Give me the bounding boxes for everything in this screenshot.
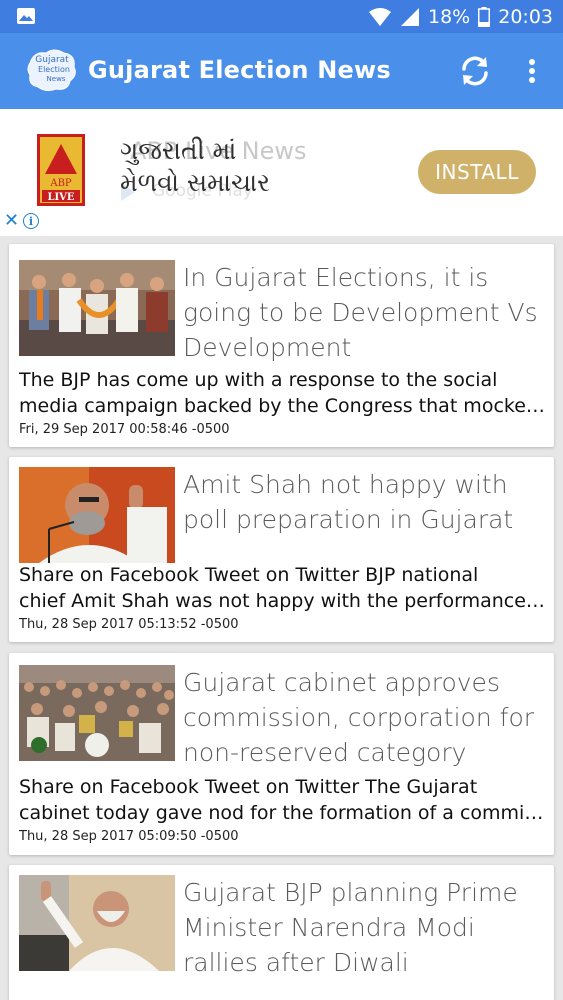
- news-date: Fri, 29 Sep 2017 00:58:46 -0500: [19, 422, 230, 437]
- ad-headline-line2: મેળવો સમાચાર: [120, 168, 270, 197]
- news-date: Thu, 28 Sep 2017 05:09:50 -0500: [19, 829, 239, 844]
- news-title[interactable]: Gujarat BJP planning Prime Minister Nare…: [183, 875, 545, 980]
- news-card[interactable]: Amit Shah not happy with poll preparatio…: [9, 457, 554, 642]
- ad-headline-line1: ગુજરાતી માં: [120, 136, 237, 165]
- news-thumbnail: [19, 665, 175, 761]
- news-title[interactable]: Amit Shah not happy with poll preparatio…: [183, 467, 545, 537]
- abp-logo-bottom: LIVE: [47, 192, 74, 203]
- refresh-button[interactable]: [455, 53, 495, 89]
- news-thumbnail: [19, 260, 175, 356]
- overflow-menu-icon: [529, 59, 535, 83]
- battery-icon: [478, 6, 491, 27]
- news-thumbnail: [19, 467, 175, 563]
- news-card[interactable]: Gujarat BJP planning Prime Minister Nare…: [9, 865, 554, 1000]
- clock: 20:03: [498, 5, 553, 28]
- ad-headline: ગુજરાતી માં મેળવો સમાચાર: [120, 135, 280, 199]
- abp-live-logo: ABP LIVE: [37, 134, 85, 206]
- news-card[interactable]: Gujarat cabinet approves commission, cor…: [9, 653, 554, 855]
- news-description-line1: The BJP has come up with a response to t…: [19, 369, 498, 391]
- battery-percent: 18%: [428, 5, 471, 28]
- install-button[interactable]: INSTALL: [418, 150, 536, 194]
- news-description-line1: Share on Facebook Tweet on Twitter The G…: [19, 776, 478, 798]
- app-bar: Gujarat Election News Gujarat Election N…: [0, 33, 563, 109]
- ad-banner[interactable]: ABP LIVE ABP Live News Google Play ગુજરા…: [0, 109, 563, 236]
- news-description-line2: cabinet today gave nod for the formation…: [19, 802, 547, 824]
- logo-text-top: Gujarat: [35, 55, 69, 65]
- news-description-line2: media campaign backed by the Congress th…: [19, 395, 547, 417]
- abp-logo-top: ABP: [49, 178, 72, 189]
- news-card[interactable]: In Gujarat Elections, it is going to be …: [9, 244, 554, 447]
- news-description: Share on Facebook Tweet on Twitter BJP n…: [19, 562, 547, 614]
- news-title[interactable]: In Gujarat Elections, it is going to be …: [183, 260, 545, 365]
- news-list[interactable]: In Gujarat Elections, it is going to be …: [0, 236, 563, 1000]
- image-icon: [17, 8, 35, 24]
- wifi-icon: [369, 7, 391, 26]
- status-bar: 18% 20:03: [0, 0, 563, 33]
- news-description-line2: chief Amit Shah was not happy with the p…: [19, 590, 547, 612]
- app-title: Gujarat Election News: [88, 56, 391, 84]
- news-date: Thu, 28 Sep 2017 05:13:52 -0500: [19, 617, 239, 632]
- ad-info-icon[interactable]: i: [23, 213, 39, 229]
- news-title[interactable]: Gujarat cabinet approves commission, cor…: [183, 665, 545, 770]
- news-description: Share on Facebook Tweet on Twitter The G…: [19, 774, 547, 826]
- news-description: The BJP has come up with a response to t…: [19, 367, 547, 419]
- refresh-icon: [462, 56, 488, 86]
- app-logo: Gujarat Election News: [27, 49, 76, 92]
- news-thumbnail: [19, 875, 175, 971]
- overflow-menu-button[interactable]: [518, 53, 546, 89]
- signal-icon: [401, 7, 419, 26]
- logo-text-bot: News: [47, 75, 66, 83]
- ad-close-icon[interactable]: ✕: [4, 210, 19, 231]
- news-description-line1: Share on Facebook Tweet on Twitter BJP n…: [19, 564, 479, 586]
- logo-text-mid: Election: [38, 65, 70, 74]
